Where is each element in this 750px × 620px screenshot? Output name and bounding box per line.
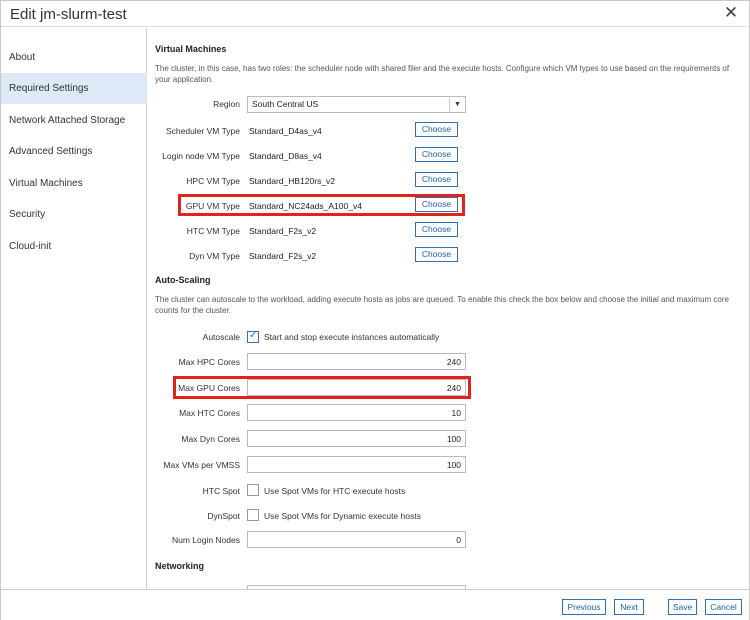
- dyn-vm-type-value: Standard_F2s_v2: [249, 251, 317, 261]
- chevron-down-icon[interactable]: ▼: [449, 97, 465, 112]
- region-value: South Central US: [252, 99, 319, 109]
- dyn-spot-checkbox[interactable]: [247, 509, 259, 521]
- max-hpc-cores-input[interactable]: 240: [247, 353, 466, 370]
- checkmark-icon: ✓: [249, 330, 258, 341]
- scheduler-vm-type-value: Standard_D4as_v4: [249, 126, 322, 136]
- region-label: Region: [213, 99, 240, 109]
- htc-vm-choose-button[interactable]: Choose: [415, 222, 458, 237]
- max-vms-per-vmss-input[interactable]: 100: [247, 456, 466, 473]
- autoscale-checkbox-label: Start and stop execute instances automat…: [264, 332, 440, 342]
- gpu-vm-type-label: GPU VM Type: [185, 201, 240, 211]
- htc-spot-checkbox[interactable]: [247, 484, 259, 496]
- settings-sidebar: About Required Settings Network Attached…: [1, 28, 147, 589]
- max-htc-cores-input[interactable]: 10: [247, 404, 466, 421]
- dialog-titlebar: Edit jm-slurm-test ✕: [1, 1, 749, 27]
- dyn-vm-choose-button[interactable]: Choose: [415, 247, 458, 262]
- login-vm-choose-button[interactable]: Choose: [415, 147, 458, 162]
- htc-vm-type-value: Standard_F2s_v2: [249, 226, 317, 236]
- num-login-nodes-value: 0: [456, 535, 461, 545]
- max-dyn-cores-label: Max Dyn Cores: [181, 434, 240, 444]
- autoscale-checkbox[interactable]: ✓: [247, 330, 259, 343]
- num-login-nodes-input[interactable]: 0: [247, 531, 466, 548]
- max-htc-cores-label: Max HTC Cores: [179, 408, 240, 418]
- sidebar-item-advanced-settings[interactable]: Advanced Settings: [1, 136, 147, 167]
- autoscaling-section-title: Auto-Scaling: [155, 275, 211, 285]
- sidebar-item-cloud-init[interactable]: Cloud-init: [1, 231, 147, 262]
- gpu-vm-choose-button[interactable]: Choose: [415, 197, 458, 212]
- networking-section-title: Networking: [155, 561, 205, 571]
- htc-vm-type-label: HTC VM Type: [186, 226, 240, 236]
- max-gpu-cores-input[interactable]: 240: [247, 379, 466, 396]
- region-select[interactable]: South Central US ▼: [247, 96, 466, 113]
- max-htc-cores-value: 10: [451, 408, 461, 418]
- vm-section-description: The cluster, in this case, has two roles…: [155, 64, 730, 84]
- max-gpu-cores-label: Max GPU Cores: [178, 383, 240, 393]
- sidebar-item-network-attached-storage[interactable]: Network Attached Storage: [1, 105, 147, 136]
- htc-spot-label: HTC Spot: [202, 486, 240, 496]
- dyn-vm-type-label: Dyn VM Type: [189, 251, 240, 261]
- sidebar-item-security[interactable]: Security: [1, 199, 147, 230]
- next-button[interactable]: Next: [614, 599, 644, 615]
- gpu-vm-type-value: Standard_NC24ads_A100_v4: [249, 201, 362, 211]
- scheduler-vm-choose-button[interactable]: Choose: [415, 122, 458, 137]
- dyn-spot-checkbox-label: Use Spot VMs for Dynamic execute hosts: [264, 511, 421, 521]
- dialog-title: Edit jm-slurm-test: [10, 6, 127, 23]
- settings-content: Virtual Machines The cluster, in this ca…: [148, 28, 749, 589]
- vm-section-title: Virtual Machines: [155, 44, 227, 54]
- save-button[interactable]: Save: [668, 599, 697, 615]
- close-icon[interactable]: ✕: [721, 3, 741, 23]
- autoscaling-section-description: The cluster can autoscale to the workloa…: [155, 295, 729, 315]
- scheduler-vm-type-label: Scheduler VM Type: [165, 126, 240, 136]
- hpc-vm-type-label: HPC VM Type: [186, 176, 240, 186]
- sidebar-item-virtual-machines[interactable]: Virtual Machines: [1, 168, 147, 199]
- max-hpc-cores-value: 240: [446, 357, 461, 367]
- autoscale-label: Autoscale: [202, 332, 240, 342]
- dyn-spot-label: DynSpot: [207, 511, 240, 521]
- cancel-button[interactable]: Cancel: [705, 599, 742, 615]
- dialog-footer: Previous Next Save Cancel: [1, 589, 749, 620]
- previous-button[interactable]: Previous: [562, 599, 606, 615]
- max-gpu-cores-value: 240: [446, 383, 461, 393]
- edit-cluster-dialog: Edit jm-slurm-test ✕ About Required Sett…: [0, 0, 750, 620]
- sidebar-item-required-settings[interactable]: Required Settings: [1, 73, 147, 104]
- hpc-vm-choose-button[interactable]: Choose: [415, 172, 458, 187]
- num-login-nodes-label: Num Login Nodes: [171, 535, 240, 545]
- max-dyn-cores-value: 100: [446, 434, 461, 444]
- max-dyn-cores-input[interactable]: 100: [247, 430, 466, 447]
- htc-spot-checkbox-label: Use Spot VMs for HTC execute hosts: [264, 486, 406, 496]
- login-vm-type-value: Standard_D8as_v4: [249, 151, 322, 161]
- max-vms-per-vmss-label: Max VMs per VMSS: [163, 460, 240, 470]
- max-hpc-cores-label: Max HPC Cores: [178, 357, 240, 367]
- max-vms-per-vmss-value: 100: [446, 460, 461, 470]
- login-vm-type-label: Login node VM Type: [162, 151, 240, 161]
- sidebar-item-about[interactable]: About: [1, 42, 147, 73]
- hpc-vm-type-value: Standard_HB120rs_v2: [249, 176, 336, 186]
